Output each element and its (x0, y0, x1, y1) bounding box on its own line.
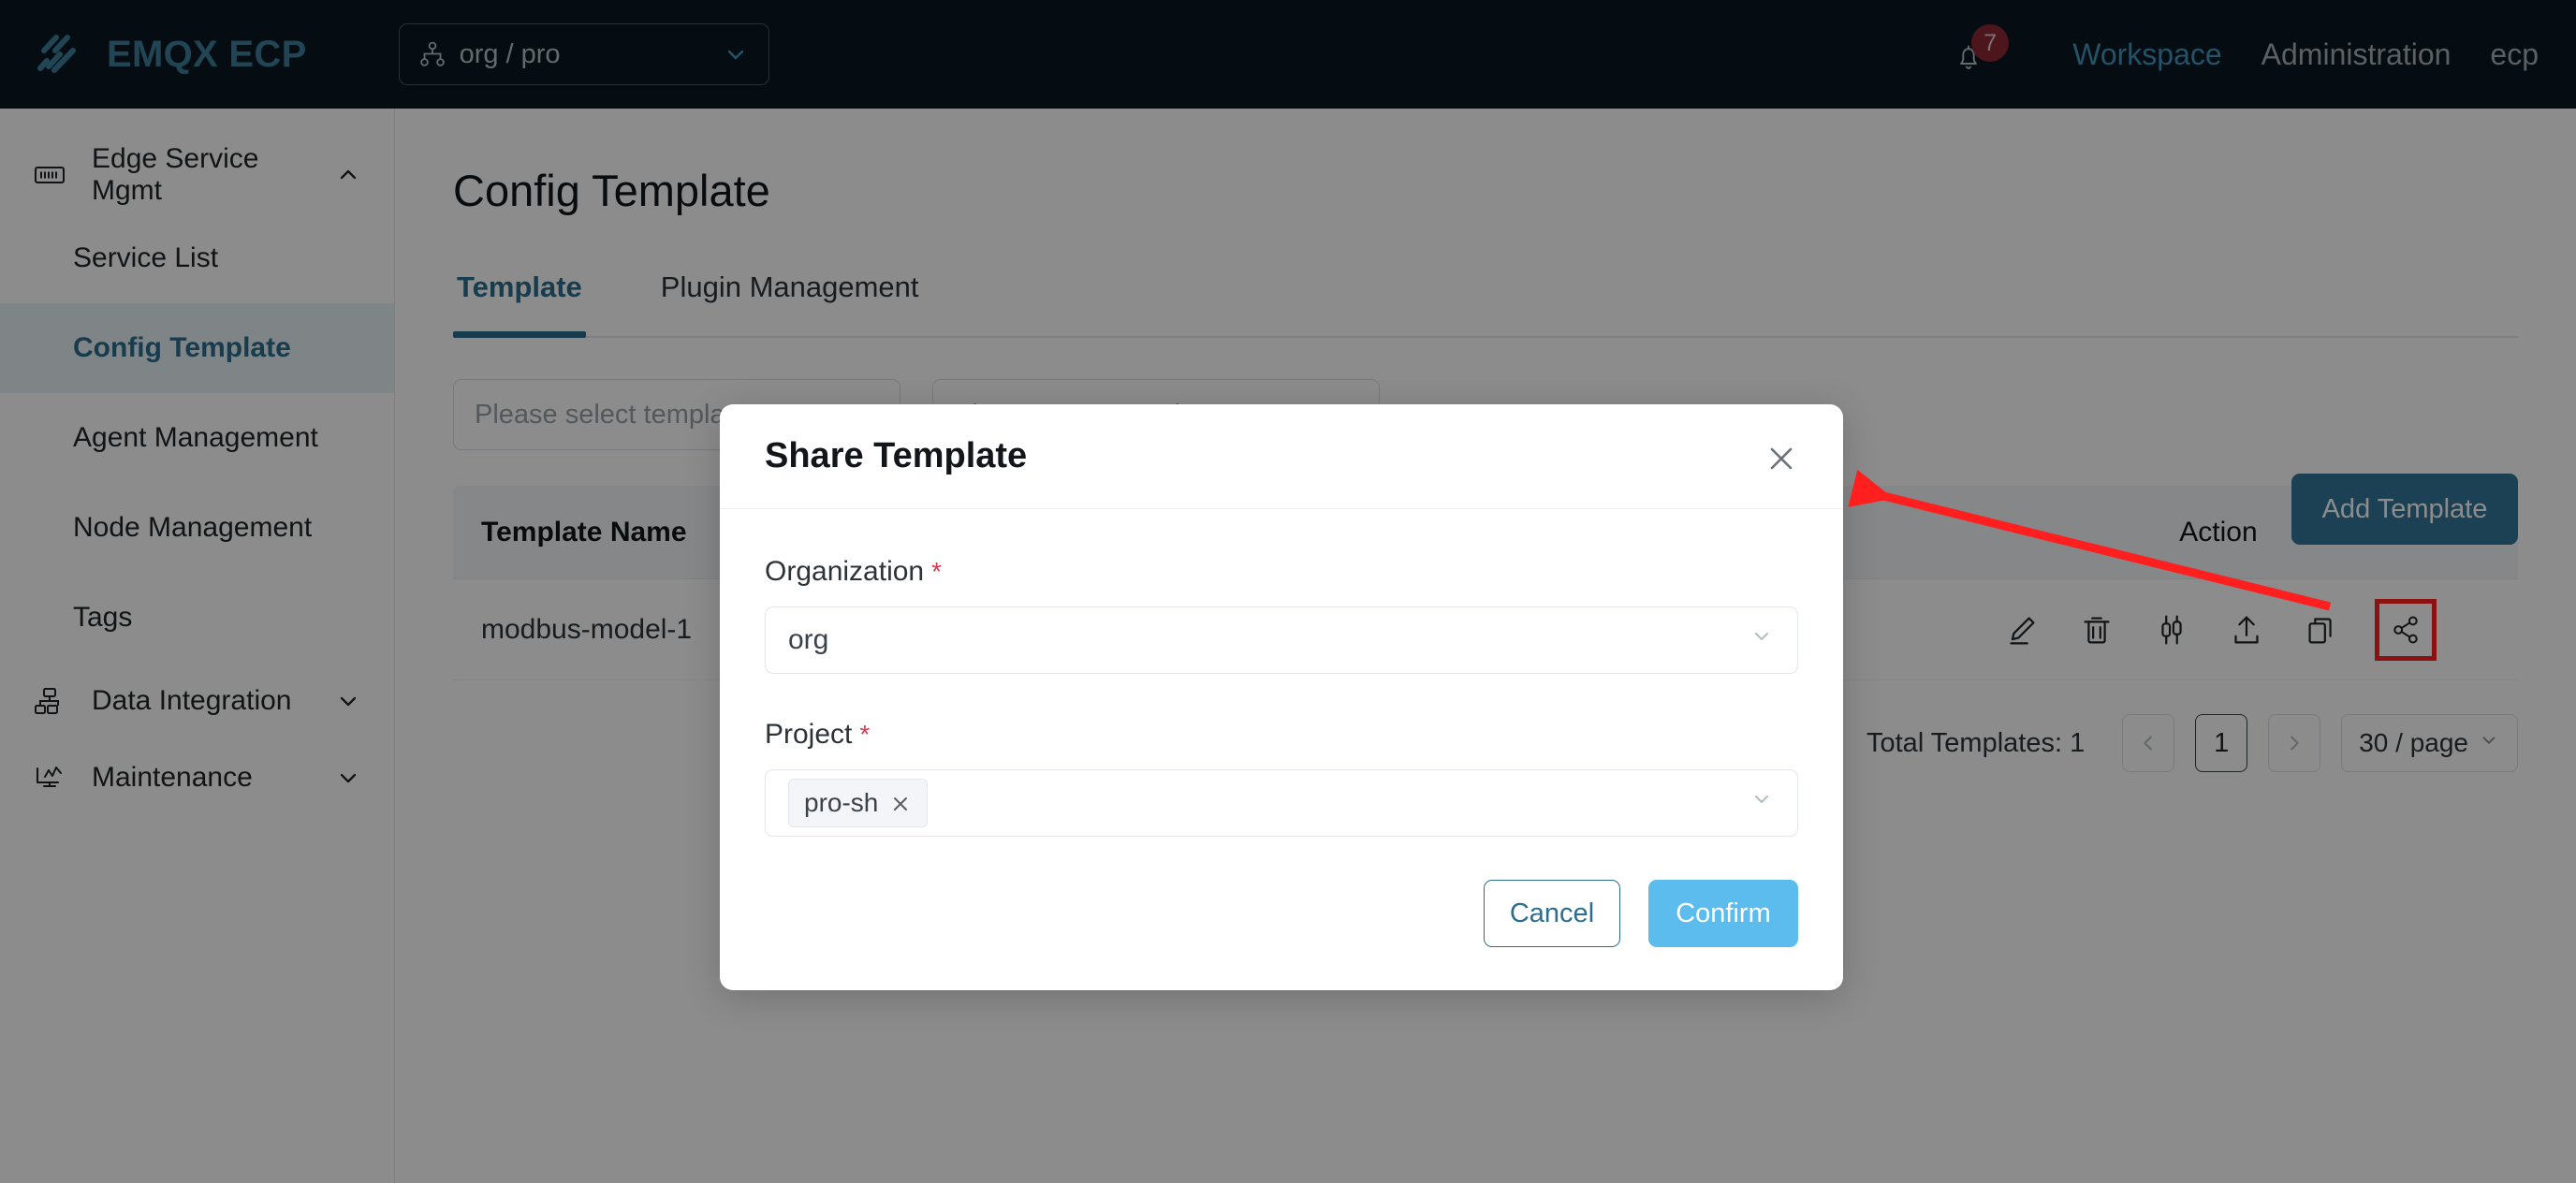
close-x-icon[interactable] (1761, 438, 1802, 479)
project-multiselect[interactable]: pro-sh (765, 769, 1798, 837)
chevron-down-icon (1749, 623, 1775, 657)
required-asterisk: * (859, 720, 871, 749)
field-organization: Organization * org (765, 556, 1798, 674)
organization-value: org (788, 624, 829, 655)
project-label: Project * (765, 719, 1798, 751)
organization-select[interactable]: org (765, 606, 1798, 674)
organization-label: Organization * (765, 556, 1798, 588)
dialog-body: Organization * org Project * pro-sh (720, 509, 1843, 861)
project-tag-label: pro-sh (804, 788, 879, 817)
required-asterisk: * (931, 557, 943, 586)
chevron-down-icon (1749, 786, 1775, 820)
dialog-footer: Cancel Confirm (720, 861, 1843, 990)
project-label-text: Project (765, 719, 853, 750)
app-root: EMQX ECP org / pro 7 Workspace Administr… (0, 0, 2576, 1183)
organization-label-text: Organization (765, 556, 925, 587)
field-project: Project * pro-sh (765, 719, 1798, 837)
project-tag-chip: pro-sh (788, 779, 929, 827)
tag-remove-x-icon[interactable] (889, 792, 912, 814)
dialog-title: Share Template (765, 436, 1028, 475)
dialog-header: Share Template (720, 404, 1843, 509)
cancel-button[interactable]: Cancel (1484, 880, 1620, 947)
share-template-dialog: Share Template Organization * org Projec… (720, 404, 1843, 990)
confirm-button[interactable]: Confirm (1648, 880, 1798, 947)
